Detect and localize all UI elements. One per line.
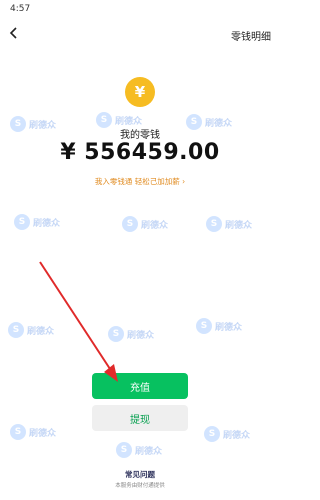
watermark: S 刷德众 [8,316,64,344]
coin-icon: ¥ [125,77,155,107]
recharge-button[interactable]: 充值 [92,373,188,399]
status-time: 4:57 [10,4,31,14]
watermark-text: 刷德众 [141,220,169,231]
watermark-logo-icon: S [108,326,124,342]
lingqiantong-link[interactable]: 我入零钱通 轻松己加加薪 › [0,176,280,187]
watermark-text: 刷德众 [215,322,243,333]
watermark: S 刷德众 [196,312,252,340]
watermark-logo-icon: S [10,424,26,440]
watermark: S 刷德众 [10,418,66,446]
watermark-text: 刷德众 [115,116,143,127]
watermark: S 刷德众 [14,208,70,236]
watermark-logo-icon: S [14,214,30,230]
watermark: S 刷德众 [96,106,152,134]
watermark-text: 刷德众 [223,430,251,441]
watermark-logo-icon: S [96,112,112,128]
withdraw-button[interactable]: 提现 [92,405,188,431]
watermark-logo-icon: S [204,426,220,442]
faq-subtitle: 本服务由财付通提供 [115,483,165,489]
watermark-text: 刷德众 [205,118,233,129]
watermark-text: 刷德众 [225,220,253,231]
watermark: S 刷德众 [206,210,262,238]
faq-link[interactable]: 常见问题 [0,469,280,480]
watermark: S 刷德众 [108,320,164,348]
watermark-text: 刷德众 [29,120,57,131]
watermark-logo-icon: S [196,318,212,334]
watermark-text: 刷德众 [33,218,61,229]
watermark-logo-icon: S [206,216,222,232]
balance-amount: ¥ 556459.00 [60,140,220,165]
watermark-text: 刷德众 [135,446,163,457]
chevron-left-icon [9,27,17,39]
watermark-logo-icon: S [8,322,24,338]
watermark: S 刷德众 [10,110,66,138]
transactions-link[interactable]: 零钱明细 [231,28,271,43]
watermark-logo-icon: S [10,116,26,132]
watermark: S 刷德众 [204,420,260,448]
watermark-logo-icon: S [116,442,132,458]
back-button[interactable] [6,24,22,42]
watermark-text: 刷德众 [127,330,155,341]
watermark: S 刷德众 [186,108,242,136]
status-bar: 4:57 [0,0,280,18]
watermark-logo-icon: S [122,216,138,232]
watermark-logo-icon: S [186,114,202,130]
watermark: S 刷德众 [122,210,178,238]
watermark-text: 刷德众 [27,326,55,337]
watermark: S 刷德众 [116,436,172,464]
watermark-text: 刷德众 [29,428,57,439]
